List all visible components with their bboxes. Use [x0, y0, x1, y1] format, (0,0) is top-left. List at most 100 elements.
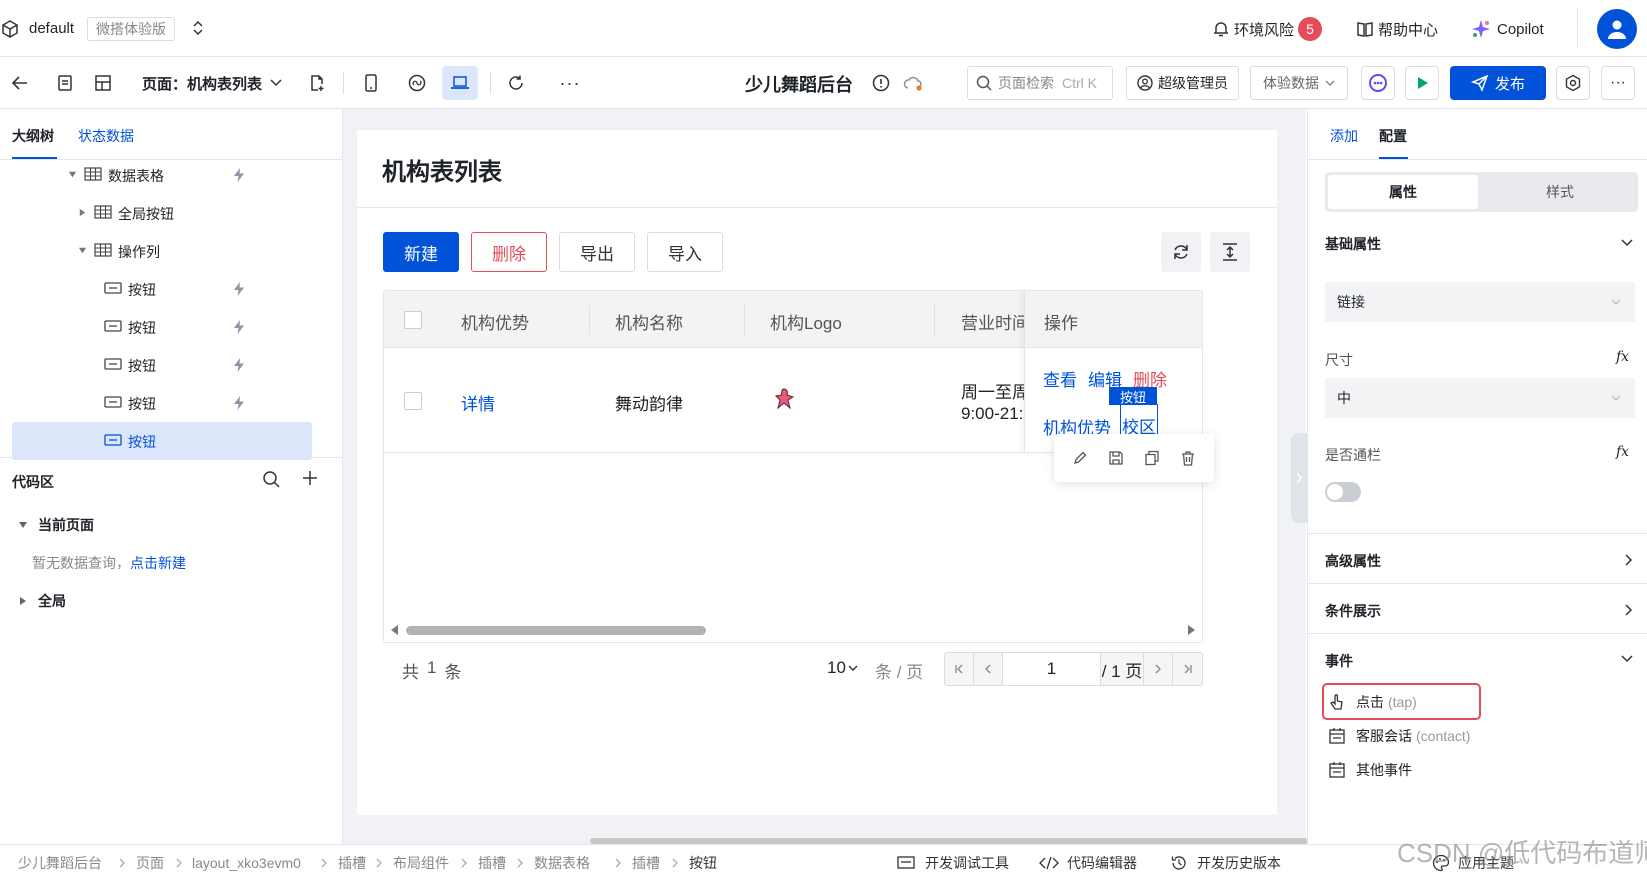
- outline-view-button[interactable]: [48, 67, 82, 99]
- lightning-icon[interactable]: [231, 281, 247, 297]
- code-editor-button[interactable]: 代码编辑器: [1039, 845, 1137, 881]
- breadcrumb-item[interactable]: 页面: [136, 845, 164, 881]
- view-action-link[interactable]: 查看: [1043, 366, 1077, 391]
- mobile-view-button[interactable]: [357, 67, 385, 99]
- copilot-button[interactable]: Copilot: [1471, 14, 1544, 44]
- global-group[interactable]: 全局: [18, 591, 66, 611]
- subtab-properties[interactable]: 属性: [1328, 175, 1478, 209]
- caret-down-icon[interactable]: [78, 246, 87, 255]
- row-checkbox[interactable]: [404, 392, 422, 410]
- add-page-button[interactable]: [303, 67, 331, 99]
- breadcrumb-item[interactable]: 插槽: [478, 845, 506, 881]
- events-title[interactable]: 事件: [1325, 651, 1353, 671]
- caret-right-icon[interactable]: [78, 208, 87, 217]
- ai-assistant-button[interactable]: [1361, 66, 1395, 100]
- condition-display-title[interactable]: 条件展示: [1325, 601, 1381, 621]
- breadcrumb-item[interactable]: 插槽: [338, 845, 366, 881]
- detail-link[interactable]: 详情: [461, 390, 495, 415]
- create-query-link[interactable]: 点击新建: [130, 555, 186, 571]
- event-other[interactable]: 其他事件: [1328, 760, 1412, 780]
- search-icon[interactable]: [262, 470, 280, 488]
- back-button[interactable]: [6, 67, 34, 99]
- more-menu-button[interactable]: ···: [1601, 66, 1635, 100]
- dev-tools-button[interactable]: 开发调试工具: [897, 845, 1009, 881]
- breadcrumb-item[interactable]: 布局组件: [393, 845, 449, 881]
- select-all-checkbox[interactable]: [404, 311, 422, 329]
- tab-config[interactable]: 配置: [1379, 126, 1407, 146]
- size-select[interactable]: 中: [1325, 378, 1635, 418]
- tree-node[interactable]: 按钮: [0, 422, 343, 460]
- breadcrumb-item[interactable]: 插槽: [632, 845, 660, 881]
- scrollbar-thumb[interactable]: [406, 626, 706, 635]
- breadcrumb-item[interactable]: 少儿舞蹈后台: [18, 845, 102, 881]
- page-search-input[interactable]: 页面检索 Ctrl K: [967, 66, 1113, 100]
- tab-state-data[interactable]: 状态数据: [78, 126, 134, 146]
- scroll-right-icon[interactable]: [1188, 625, 1195, 635]
- delete-icon[interactable]: [1180, 450, 1196, 466]
- tree-node[interactable]: 操作列: [0, 232, 343, 270]
- page-selector[interactable]: 页面：机构表列表: [142, 67, 282, 99]
- layout-view-button[interactable]: [86, 67, 120, 99]
- scroll-left-icon[interactable]: [391, 625, 398, 635]
- panel-collapse-handle[interactable]: [1291, 433, 1307, 523]
- event-contact[interactable]: 客服会话 (contact): [1328, 726, 1470, 746]
- tree-node[interactable]: 按钮: [0, 270, 343, 308]
- desktop-view-button[interactable]: [442, 66, 478, 100]
- block-formula-icon[interactable]: fx: [1616, 444, 1629, 460]
- caret-down-icon[interactable]: [68, 170, 77, 179]
- lightning-icon[interactable]: [231, 167, 247, 183]
- table-refresh-button[interactable]: [1161, 232, 1201, 272]
- lightning-icon[interactable]: [231, 357, 247, 373]
- more-icon[interactable]: ···: [556, 67, 584, 99]
- preview-run-button[interactable]: [1405, 66, 1439, 100]
- export-button[interactable]: 导出: [559, 232, 635, 272]
- event-tap[interactable]: 点击 (tap): [1328, 692, 1417, 712]
- block-toggle[interactable]: [1325, 482, 1361, 502]
- tree-node[interactable]: 按钮: [0, 346, 343, 384]
- type-select[interactable]: 链接: [1325, 282, 1635, 322]
- current-page-group[interactable]: 当前页面: [18, 515, 94, 535]
- refresh-button[interactable]: [502, 67, 530, 99]
- next-page-button[interactable]: [1144, 653, 1173, 685]
- help-center-button[interactable]: 帮助中心: [1356, 14, 1438, 44]
- data-mode-selector[interactable]: 体验数据: [1250, 66, 1348, 100]
- role-selector[interactable]: 超级管理员: [1126, 66, 1239, 100]
- import-button[interactable]: 导入: [647, 232, 723, 272]
- miniprogram-view-button[interactable]: [403, 67, 431, 99]
- info-icon[interactable]: [868, 67, 894, 99]
- tab-add[interactable]: 添加: [1330, 126, 1358, 146]
- breadcrumb-item[interactable]: 按钮: [689, 845, 717, 881]
- subtab-styles[interactable]: 样式: [1485, 175, 1635, 209]
- publish-button[interactable]: 发布: [1450, 66, 1546, 100]
- advanced-properties-title[interactable]: 高级属性: [1325, 551, 1381, 571]
- tree-node[interactable]: 按钮: [0, 308, 343, 346]
- tree-node[interactable]: 全局按钮: [0, 194, 343, 232]
- breadcrumb-item[interactable]: layout_xko3evm0: [192, 845, 301, 881]
- add-icon[interactable]: [302, 470, 318, 486]
- lightning-icon[interactable]: [231, 319, 247, 335]
- edit-icon[interactable]: [1072, 450, 1088, 466]
- save-icon[interactable]: [1108, 450, 1124, 466]
- size-formula-icon[interactable]: fx: [1616, 349, 1629, 365]
- settings-button[interactable]: [1556, 66, 1590, 100]
- tree-node[interactable]: 按钮: [0, 384, 343, 422]
- history-button[interactable]: 开发历史版本: [1171, 845, 1281, 881]
- tree-node[interactable]: 数据表格: [0, 156, 343, 194]
- first-page-button[interactable]: [945, 653, 974, 685]
- lightning-icon[interactable]: [231, 395, 247, 411]
- current-page-input[interactable]: 1: [1003, 653, 1101, 685]
- user-avatar[interactable]: [1597, 9, 1637, 49]
- tab-outline-tree[interactable]: 大纲树: [12, 126, 54, 146]
- copy-icon[interactable]: [1144, 450, 1160, 466]
- row-height-button[interactable]: [1210, 232, 1250, 272]
- last-page-button[interactable]: [1173, 653, 1202, 685]
- breadcrumb-item[interactable]: 数据表格: [534, 845, 590, 881]
- switch-project-icon[interactable]: [192, 20, 204, 36]
- prev-page-button[interactable]: [974, 653, 1003, 685]
- env-risk-button[interactable]: 环境风险 5: [1212, 14, 1323, 44]
- project-name[interactable]: default: [29, 20, 74, 37]
- page-size-selector[interactable]: 10: [827, 658, 858, 678]
- delete-button[interactable]: 删除: [471, 232, 547, 272]
- basic-properties-title[interactable]: 基础属性: [1325, 234, 1381, 254]
- new-button[interactable]: 新建: [383, 232, 459, 272]
